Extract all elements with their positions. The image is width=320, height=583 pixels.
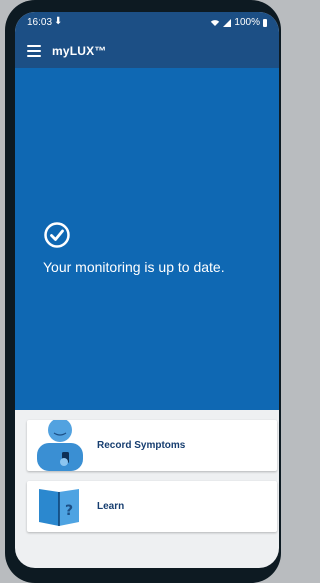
record-symptoms-card[interactable]: Record Symptoms [27, 420, 277, 471]
app-title: myLUX™ [52, 44, 107, 58]
svg-text:?: ? [65, 503, 73, 519]
hamburger-menu-icon[interactable] [27, 45, 41, 57]
learn-card[interactable]: ? Learn [27, 481, 277, 532]
question-book-illustration: ? [39, 489, 79, 526]
monitoring-status-panel: Your monitoring is up to date. [15, 68, 279, 410]
check-circle-icon [44, 222, 70, 248]
status-time: 16:03 [27, 17, 53, 28]
status-bar: 16:03 ⬇ 100% [15, 12, 279, 34]
cell-signal-icon [223, 18, 232, 27]
battery-icon [263, 18, 267, 27]
status-icons: 100% [210, 17, 267, 28]
app-bar: myLUX™ [15, 34, 279, 68]
wifi-icon [211, 19, 220, 26]
battery-percent: 100% [234, 17, 260, 28]
app-screen: 16:03 ⬇ 100% myLUX™ Your monitoring is u… [15, 12, 279, 568]
learn-label: Learn [97, 501, 125, 512]
monitoring-status-message: Your monitoring is up to date. [43, 259, 225, 275]
download-arrow-icon: ⬇ [54, 16, 63, 27]
person-with-phone-illustration [37, 420, 83, 471]
phone-frame: 16:03 ⬇ 100% myLUX™ Your monitoring is u… [5, 0, 281, 583]
record-symptoms-label: Record Symptoms [97, 440, 186, 451]
